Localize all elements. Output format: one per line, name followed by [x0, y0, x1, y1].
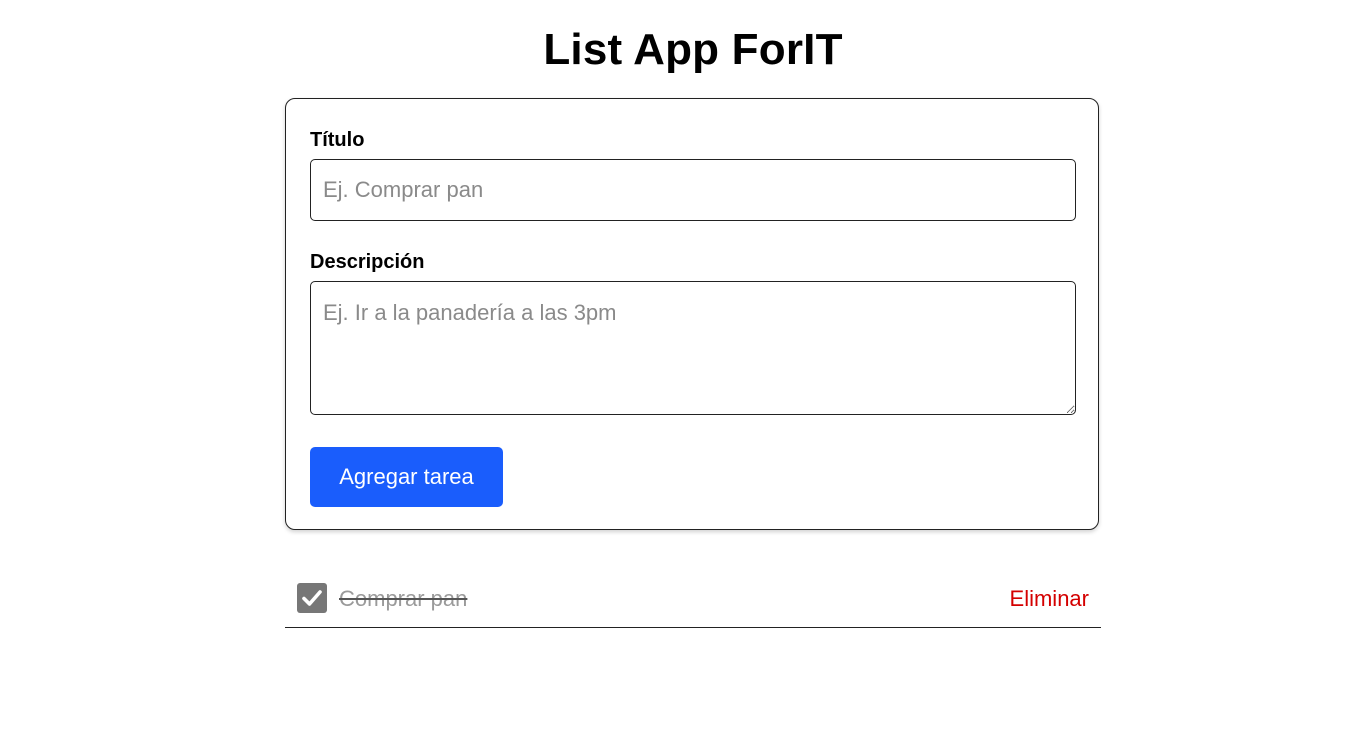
task-list: Comprar pan Eliminar: [285, 570, 1101, 628]
task-item: Comprar pan Eliminar: [285, 570, 1101, 628]
page-title: List App ForIT: [543, 25, 843, 74]
checkmark-icon: [302, 590, 322, 606]
description-label: Descripción: [310, 251, 425, 273]
add-task-form: Título Descripción Agregar tarea: [285, 98, 1099, 530]
app-page: List App ForIT Título Descripción Agrega…: [0, 0, 1350, 741]
task-checkbox[interactable]: [297, 583, 327, 613]
title-label: Título: [310, 129, 365, 151]
add-task-button[interactable]: Agregar tarea: [310, 447, 503, 507]
delete-task-button[interactable]: Eliminar: [1010, 584, 1089, 614]
description-textarea[interactable]: [310, 281, 1076, 415]
title-input[interactable]: [310, 159, 1076, 221]
task-title: Comprar pan: [339, 586, 468, 611]
